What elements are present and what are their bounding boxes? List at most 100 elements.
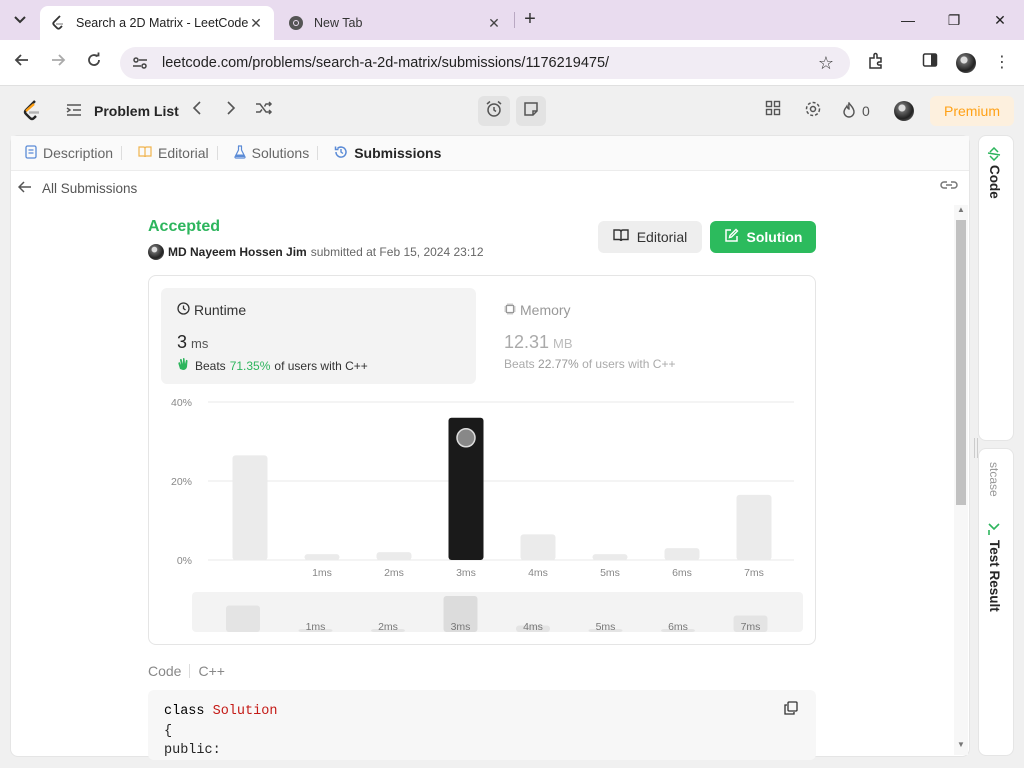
leetcode-logo-icon[interactable] [22,100,42,122]
link-icon[interactable] [940,178,960,196]
x-tick-label: 3ms [456,567,476,579]
mini-chart-label: 7ms [741,621,761,632]
scroll-down-arrow-icon[interactable]: ▼ [955,740,967,752]
streak-counter[interactable]: 0 [842,100,870,122]
runtime-value-row: 3 ms [177,332,208,353]
copy-code-icon[interactable] [784,701,804,721]
layout-icon[interactable] [762,100,784,122]
code-brackets-icon [987,146,1002,162]
chip-icon [504,302,516,318]
new-tab-button[interactable]: + [520,9,540,30]
tab-divider [121,146,123,160]
chart-bar[interactable] [232,455,268,560]
shuffle-icon[interactable] [253,100,275,122]
memory-value-row: 12.31 MB [504,332,573,353]
timer-button[interactable] [478,96,510,126]
tab-separator [514,12,515,28]
url-text[interactable]: leetcode.com/problems/search-a-2d-matrix… [162,55,814,71]
x-tick-label: 2ms [384,567,404,579]
site-settings-icon[interactable] [132,55,148,71]
reload-button[interactable] [82,52,106,76]
memory-heading[interactable]: Memory [504,302,571,318]
all-submissions-link[interactable]: All Submissions [17,178,137,198]
beats-suffix: of users with C++ [582,357,676,371]
test-result-tab-label: Test Result [987,540,1002,612]
browser-tab-leetcode[interactable]: Search a 2D Matrix - LeetCode ✕ [40,6,274,40]
history-icon [334,145,348,162]
memory-beats: Beats 22.77% of users with C++ [504,357,675,371]
problem-list-button[interactable]: Problem List [66,100,179,122]
solution-button[interactable]: Solution [710,221,816,253]
restore-button[interactable]: ❐ [944,10,964,30]
mini-chart-label: 2ms [378,621,398,632]
tab-editorial[interactable]: Editorial [138,145,226,161]
y-tick-label: 40% [171,397,192,409]
submitter-info: MD Nayeem Hossen Jim submitted at Feb 15… [148,243,484,261]
submitter-name[interactable]: MD Nayeem Hossen Jim [168,245,307,259]
code-vertical-tab[interactable]: Code [987,146,1002,199]
omnibox[interactable]: leetcode.com/problems/search-a-2d-matrix… [120,47,850,79]
extensions-icon[interactable] [864,52,888,76]
scrollbar-thumb[interactable] [956,220,966,505]
chart-bar[interactable] [304,554,340,560]
notes-button[interactable] [516,96,546,126]
x-tick-label: 1ms [312,567,332,579]
tab-submissions[interactable]: Submissions [334,145,449,162]
flask-icon [233,144,246,162]
editorial-button[interactable]: Editorial [598,221,702,253]
bookmark-star-icon[interactable]: ☆ [814,53,838,74]
runtime-label: Runtime [194,302,247,318]
arrow-left-icon [17,180,32,197]
runtime-range-slider[interactable]: 1ms 2ms 3ms 4ms 5ms 6ms 7ms [192,592,803,632]
submitter-avatar[interactable] [148,244,164,260]
description-icon [25,144,37,162]
submitted-time: submitted at Feb 15, 2024 23:12 [310,245,484,259]
tab-description[interactable]: Description [25,144,130,162]
chrome-menu-icon[interactable]: ⋮ [990,52,1014,76]
alarm-clock-icon [485,100,503,123]
memory-beats-pct: 22.77% [538,357,579,371]
prev-problem-icon[interactable] [186,100,208,122]
runtime-beats: Beats 71.35% of users with C++ [177,357,368,374]
code-label: Code [148,663,182,679]
mini-chart-label: 5ms [596,621,616,632]
profile-avatar[interactable] [956,53,976,73]
tab-search-icon[interactable] [8,8,32,32]
browser-tab-newtab[interactable]: New Tab ✕ [278,6,512,40]
testcase-tab-label: stcase [987,462,1001,497]
clock-icon [177,302,190,318]
tab-solutions[interactable]: Solutions [233,144,327,162]
tab-divider [216,146,218,160]
x-tick-label: 7ms [744,567,764,579]
close-window-button[interactable]: ✕ [990,10,1010,30]
test-result-vertical-tab[interactable]: Test Result [987,522,1002,612]
chart-bar[interactable] [376,552,412,560]
runtime-heading: Runtime [177,302,246,318]
close-tab-icon[interactable]: ✕ [486,15,502,32]
forward-button[interactable] [46,52,70,76]
scroll-up-arrow-icon[interactable]: ▲ [955,205,967,217]
mini-chart-label: 6ms [668,621,688,632]
settings-gear-icon[interactable] [802,100,824,122]
chrome-icon [288,15,304,31]
minimize-button[interactable]: — [898,10,918,30]
list-icon [66,103,84,120]
testcase-vertical-tab[interactable]: stcase [987,462,1001,497]
memory-value: 12.31 [504,332,550,352]
y-tick-label: 0% [177,555,192,567]
user-avatar[interactable] [894,101,914,121]
leetcode-favicon-icon [50,15,66,31]
back-button[interactable] [10,52,34,76]
chart-bar[interactable] [736,494,772,560]
chart-bar[interactable] [664,548,700,560]
next-problem-icon[interactable] [220,100,242,122]
problem-list-label: Problem List [94,103,179,119]
runtime-distribution-chart[interactable]: 0% 20% 40% 1ms 2ms 3ms 4ms 5ms 6ms 7ms [160,392,810,582]
mini-chart-label: 1ms [306,621,326,632]
close-tab-icon[interactable]: ✕ [248,15,264,32]
side-panel-icon[interactable] [918,52,942,76]
premium-button[interactable]: Premium [930,96,1014,126]
chart-bar[interactable] [520,534,556,560]
code-line: class Solution [164,704,278,719]
chart-bar[interactable] [592,554,628,560]
